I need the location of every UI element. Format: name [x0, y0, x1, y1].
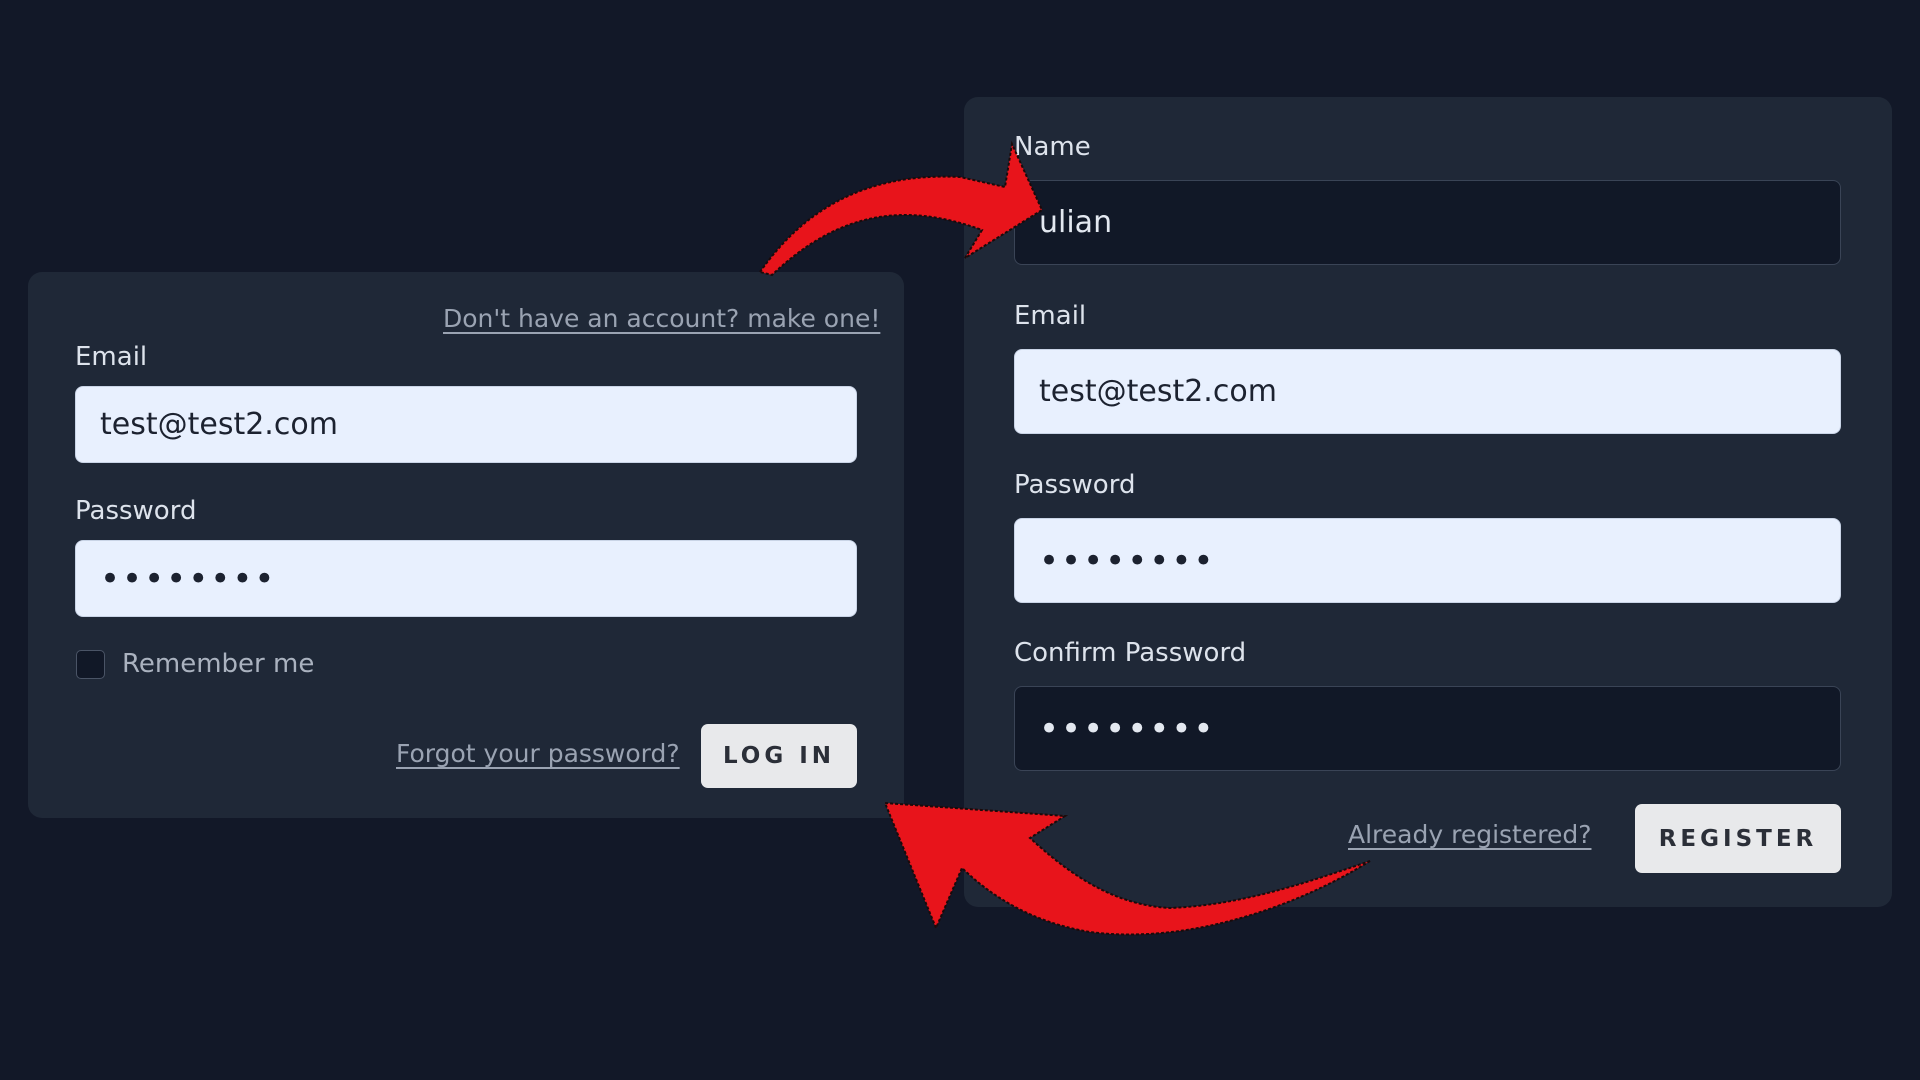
register-link[interactable]: Don't have an account? make one! [443, 304, 880, 333]
login-button[interactable]: LOG IN [701, 724, 857, 788]
screen: Don't have an account? make one! Email t… [0, 0, 1920, 1080]
confirm-password-input[interactable]: •••••••• [1014, 686, 1841, 771]
remember-me-label: Remember me [122, 649, 315, 679]
confirm-password-label: Confirm Password [1014, 638, 1247, 668]
register-password-input[interactable]: •••••••• [1014, 518, 1841, 603]
register-card: Name ulian Email test@test2.com Password… [964, 97, 1892, 907]
login-password-label: Password [75, 496, 197, 526]
login-email-input[interactable]: test@test2.com [75, 386, 857, 463]
login-card: Don't have an account? make one! Email t… [28, 272, 904, 818]
remember-me-checkbox[interactable] [76, 650, 105, 679]
login-email-label: Email [75, 342, 148, 372]
register-password-label: Password [1014, 470, 1136, 500]
register-button[interactable]: REGISTER [1635, 804, 1841, 873]
login-password-input[interactable]: •••••••• [75, 540, 857, 617]
register-name-label: Name [1014, 132, 1091, 162]
already-registered-link[interactable]: Already registered? [1348, 820, 1591, 849]
register-name-input[interactable]: ulian [1014, 180, 1841, 265]
register-email-input[interactable]: test@test2.com [1014, 349, 1841, 434]
register-email-label: Email [1014, 301, 1087, 331]
forgot-password-link[interactable]: Forgot your password? [396, 739, 680, 768]
